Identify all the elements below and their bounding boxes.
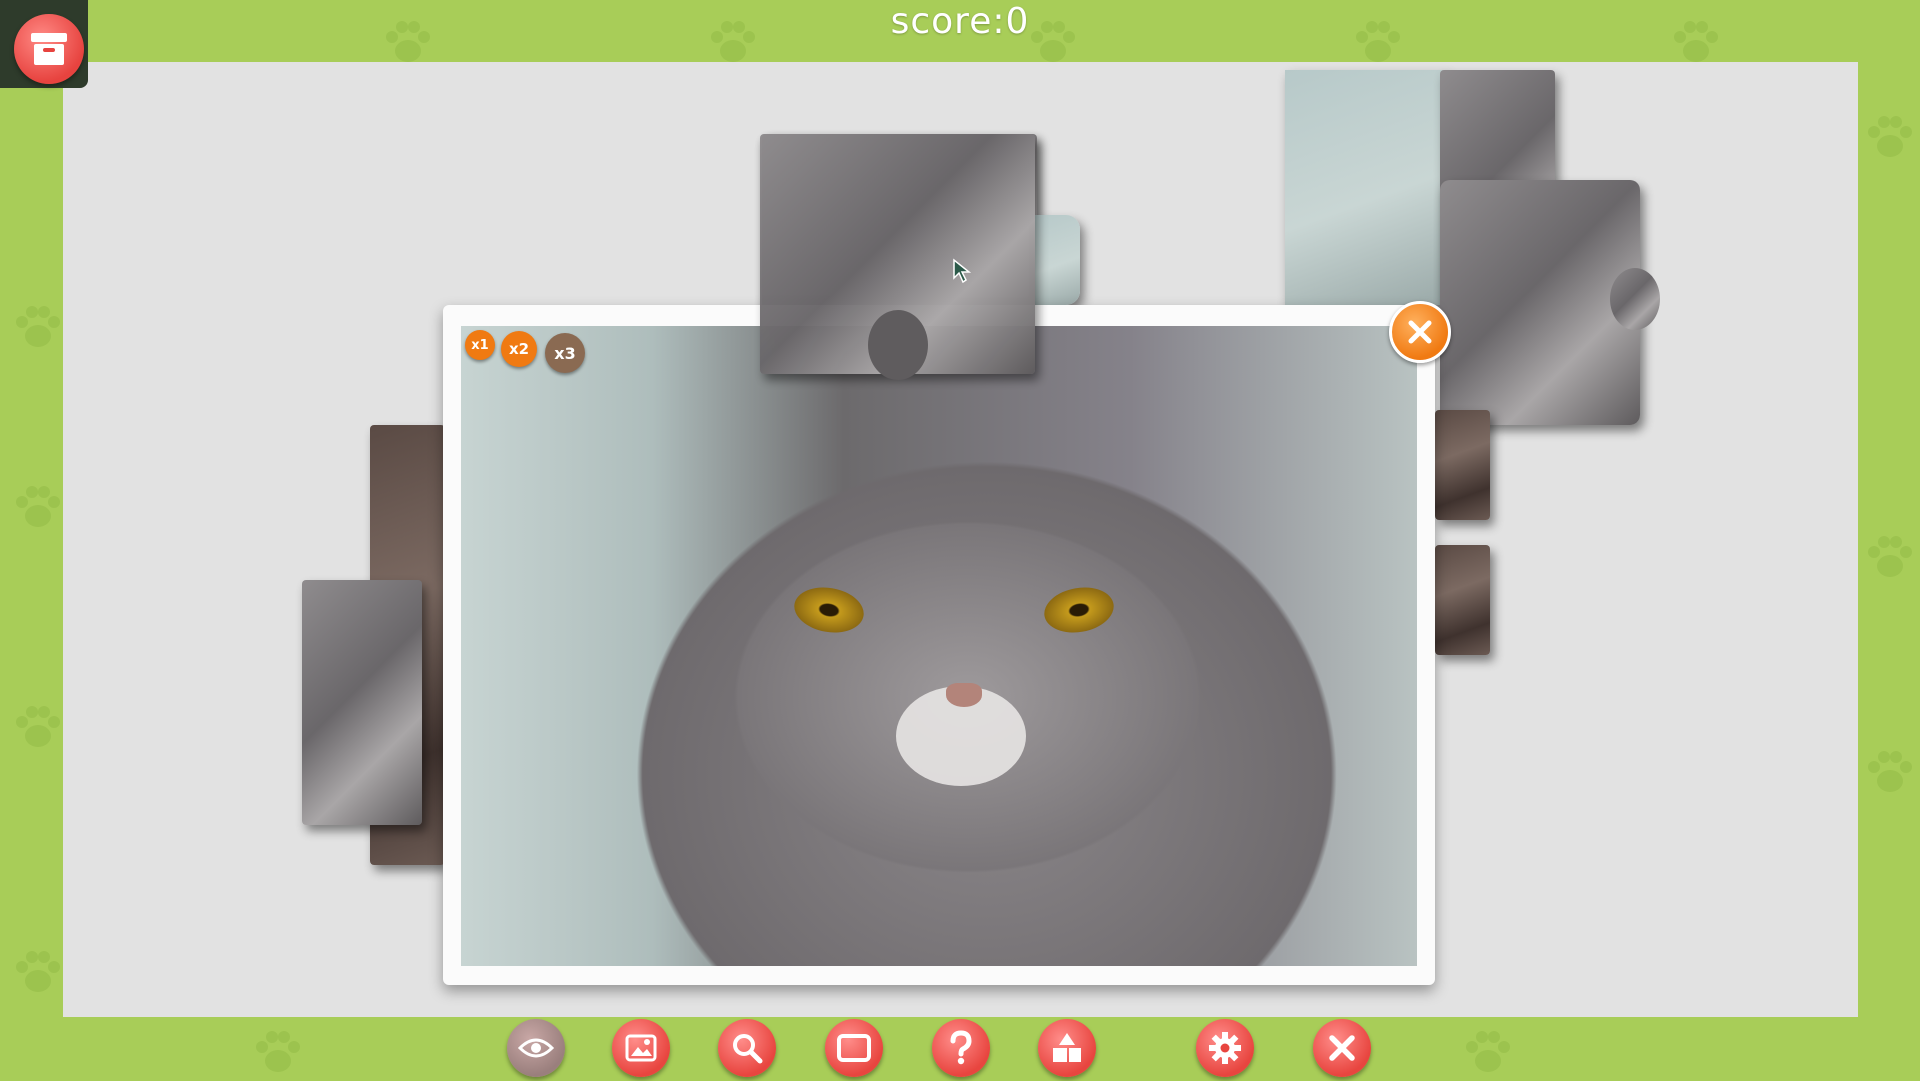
- cat-right-eye: [1041, 582, 1118, 637]
- paw-icon: [10, 480, 66, 536]
- piece-box-button[interactable]: [0, 0, 88, 88]
- paw-icon: [10, 300, 66, 356]
- toolbar-settings-button[interactable]: [1196, 1019, 1254, 1077]
- frame-icon: [837, 1034, 871, 1062]
- preview-window: x1 x2 x3: [443, 305, 1435, 985]
- image-icon: [625, 1034, 657, 1062]
- paw-icon: [1862, 530, 1918, 586]
- paw-icon: [1460, 1025, 1516, 1081]
- mouse-cursor-icon: [952, 258, 974, 284]
- paw-icon: [1862, 745, 1918, 801]
- multiplier-x1-button[interactable]: x1: [465, 330, 495, 360]
- puzzle-piece[interactable]: [1435, 410, 1490, 520]
- close-preview-button[interactable]: [1389, 301, 1451, 363]
- paw-icon: [250, 1025, 306, 1081]
- cat-nose: [946, 683, 982, 707]
- puzzle-piece[interactable]: [302, 580, 422, 825]
- toolbar-help-button[interactable]: [932, 1019, 990, 1077]
- puzzle-piece-slot: [868, 310, 928, 380]
- cat-preview-image: [461, 326, 1417, 966]
- puzzle-piece[interactable]: [1435, 545, 1490, 655]
- magnifier-icon: [731, 1032, 763, 1064]
- toolbar-image-button[interactable]: [612, 1019, 670, 1077]
- close-icon: [1328, 1034, 1356, 1062]
- archive-box-icon: [14, 14, 84, 84]
- multiplier-x3-button[interactable]: x3: [545, 333, 585, 373]
- puzzle-piece-tab: [1610, 268, 1660, 330]
- toolbar-exit-button[interactable]: [1313, 1019, 1371, 1077]
- puzzle-piece[interactable]: [1035, 215, 1080, 305]
- paw-icon: [1862, 110, 1918, 166]
- toolbar-zoom-button[interactable]: [718, 1019, 776, 1077]
- toolbar-frame-button[interactable]: [825, 1019, 883, 1077]
- close-icon: [1407, 319, 1433, 345]
- multiplier-x2-button[interactable]: x2: [501, 331, 537, 367]
- shapes-icon: [1050, 1031, 1084, 1065]
- toolbar-eye-button[interactable]: [507, 1019, 565, 1077]
- puzzle-piece[interactable]: [1285, 70, 1445, 305]
- cat-left-eye: [791, 582, 868, 637]
- gear-icon: [1207, 1030, 1243, 1066]
- score-label: score:0: [0, 0, 1920, 46]
- toolbar-shapes-button[interactable]: [1038, 1019, 1096, 1077]
- paw-icon: [10, 700, 66, 756]
- paw-icon: [10, 945, 66, 1001]
- eye-icon: [518, 1036, 554, 1060]
- question-icon: [947, 1030, 975, 1066]
